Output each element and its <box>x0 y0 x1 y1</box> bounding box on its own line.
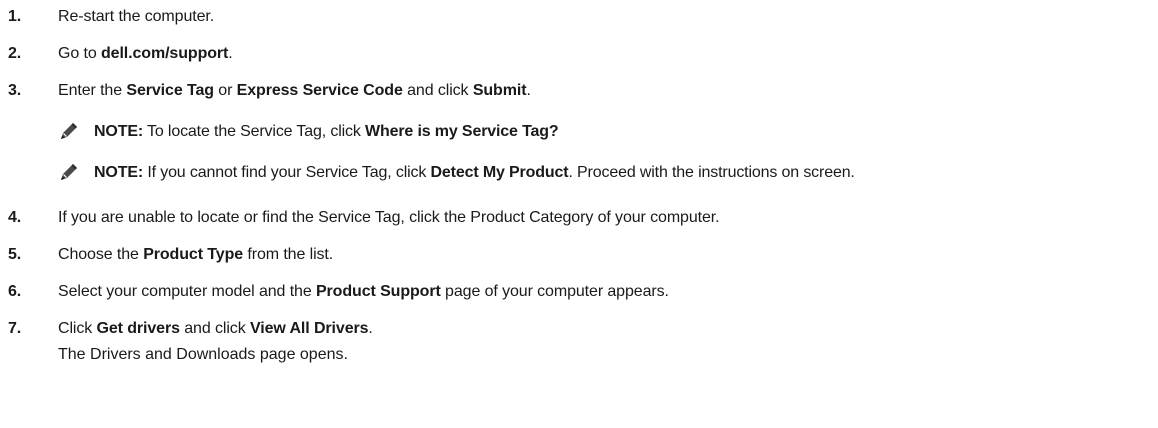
note-label: NOTE: <box>94 123 144 140</box>
step-text-part: Select your computer model and the <box>58 283 316 300</box>
step-text: Go to dell.com/support. <box>58 44 233 64</box>
note-text-part: . Proceed with the instructions on scree… <box>568 164 855 181</box>
step-7-result: The Drivers and Downloads page opens. <box>58 346 348 363</box>
step-text-part: . <box>368 320 373 337</box>
step-text-part: and click <box>179 320 250 337</box>
step-text-part: or <box>213 82 237 99</box>
note-text: NOTE: If you cannot find your Service Ta… <box>94 163 855 183</box>
note-text-part: If you cannot find your Service Tag, cli… <box>143 164 431 181</box>
note-label: NOTE: <box>94 164 144 181</box>
procedure-document: 1. Re-start the computer. 2. Go to dell.… <box>0 0 1158 428</box>
note-text-part: To locate the Service Tag, click <box>143 123 366 140</box>
product-support-term: Product Support <box>315 283 441 300</box>
step-text-part: from the list. <box>243 246 334 263</box>
express-service-code-term: Express Service Code <box>236 82 403 99</box>
detect-my-product-link[interactable]: Detect My Product <box>431 164 569 181</box>
step-number: 2. <box>8 45 22 62</box>
step-text-part: Choose the <box>58 246 144 263</box>
submit-term: Submit <box>472 82 527 99</box>
support-link[interactable]: dell.com/support <box>101 45 228 62</box>
pencil-note-icon <box>58 120 80 142</box>
step-text-part: . <box>228 45 233 62</box>
step-number: 3. <box>8 82 22 99</box>
where-is-service-tag-link[interactable]: Where is my Service Tag? <box>365 123 559 140</box>
step-text-part: . <box>526 82 531 99</box>
service-tag-term: Service Tag <box>126 82 214 99</box>
step-number: 1. <box>8 8 22 25</box>
step-text-part: page of your computer appears. <box>440 283 669 300</box>
step-text: Enter the Service Tag or Express Service… <box>58 81 531 101</box>
product-type-term: Product Type <box>143 246 244 263</box>
step-number: 6. <box>8 283 22 300</box>
step-text-part: Go to <box>58 45 101 62</box>
step-text-part: If you are unable to locate or find the … <box>58 209 720 226</box>
step-number: 5. <box>8 246 22 263</box>
step-text: Re-start the computer. <box>58 7 214 27</box>
step-number: 7. <box>8 320 22 337</box>
view-all-drivers-term: View All Drivers <box>249 320 369 337</box>
pencil-note-icon <box>58 161 80 183</box>
step-text: Click Get drivers and click View All Dri… <box>58 319 373 339</box>
step-text: If you are unable to locate or find the … <box>58 208 720 228</box>
step-text: Choose the Product Type from the list. <box>58 245 333 265</box>
step-number: 4. <box>8 209 22 226</box>
note-text: NOTE: To locate the Service Tag, click W… <box>94 122 559 142</box>
step-text: Select your computer model and the Produ… <box>58 282 669 302</box>
get-drivers-term: Get drivers <box>96 320 180 337</box>
step-text-part: and click <box>402 82 473 99</box>
step-text-part: Re-start the computer. <box>58 8 215 25</box>
step-text-part: Enter the <box>58 82 127 99</box>
step-text-part: Click <box>58 320 97 337</box>
